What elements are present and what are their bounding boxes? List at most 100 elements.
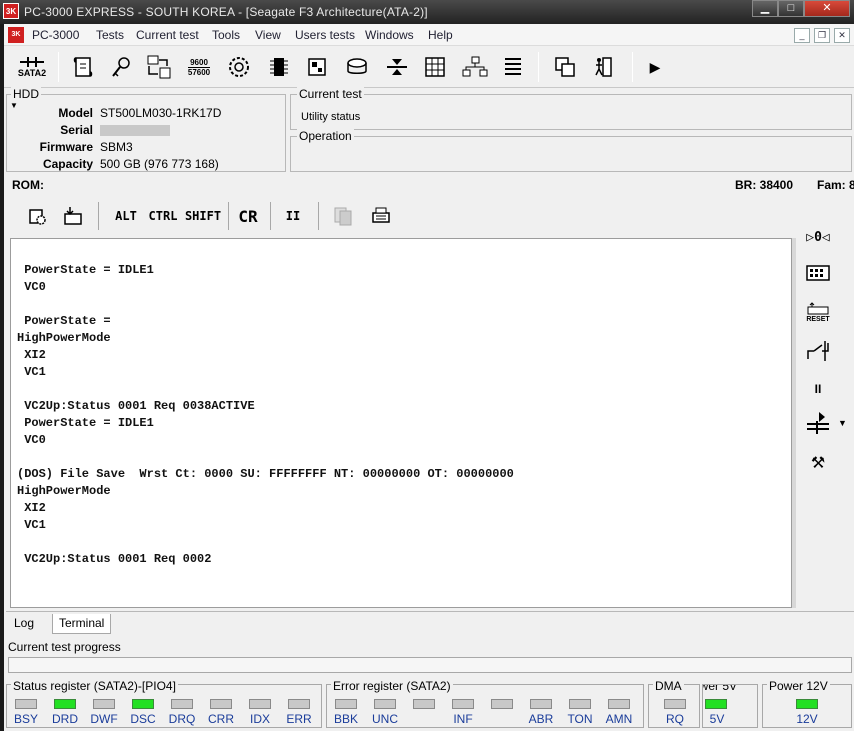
terminal-line: XI2 bbox=[17, 501, 46, 515]
heads-button[interactable] bbox=[380, 51, 414, 83]
reset-button[interactable]: RESET bbox=[804, 296, 832, 328]
error-register-title: Error register (SATA2) bbox=[331, 679, 453, 693]
mdi-close-button[interactable]: ✕ bbox=[834, 28, 850, 43]
menu-pc3000[interactable]: PC-3000 bbox=[32, 28, 79, 42]
terminal-line: VC1 bbox=[17, 365, 46, 379]
toolbar-separator bbox=[632, 52, 633, 82]
terminal-output[interactable]: PowerState = IDLE1 VC0 PowerState = High… bbox=[10, 238, 792, 608]
dropdown-arrow-icon[interactable]: ▼ bbox=[838, 418, 847, 428]
disk-button[interactable] bbox=[340, 51, 374, 83]
tree-button[interactable] bbox=[458, 51, 492, 83]
menu-help[interactable]: Help bbox=[428, 28, 453, 42]
led-label-5v: 5V bbox=[709, 712, 725, 726]
toolbar-separator bbox=[58, 52, 59, 82]
error-register-group: Error register (SATA2) BBK UNC INF ABR T… bbox=[326, 679, 644, 728]
led-label-drd: DRD bbox=[52, 712, 78, 726]
key-button[interactable] bbox=[104, 51, 138, 83]
current-test-panel: Current test Utility status bbox=[290, 87, 852, 130]
terminal-copy-button[interactable] bbox=[330, 202, 356, 230]
led-label-bbk: BBK bbox=[333, 712, 358, 726]
adapter-button[interactable] bbox=[804, 260, 832, 286]
power-cycle-button[interactable]: ▷0◁ bbox=[804, 224, 832, 250]
terminal-line: VC1 bbox=[17, 518, 46, 532]
ctrl-key-button[interactable]: CTRL bbox=[146, 202, 180, 230]
menu-users-tests[interactable]: Users tests bbox=[295, 28, 355, 42]
exit-door-icon bbox=[595, 57, 612, 77]
menu-windows[interactable]: Windows bbox=[365, 28, 414, 42]
led-5v bbox=[705, 699, 727, 709]
transfer-button[interactable] bbox=[142, 51, 176, 83]
utility-button[interactable] bbox=[222, 51, 256, 83]
voltage-button[interactable] bbox=[804, 338, 832, 364]
tools-button[interactable]: ⚒ bbox=[804, 450, 832, 476]
main-window: 3K PC-3000 Tests Current test Tools View… bbox=[4, 24, 854, 731]
led-label-dwf: DWF bbox=[90, 712, 118, 726]
close-button[interactable]: ✕ bbox=[804, 0, 850, 17]
heads-play-button[interactable] bbox=[804, 410, 832, 436]
terminal-line: XI2 bbox=[17, 348, 46, 362]
board-button[interactable] bbox=[300, 51, 334, 83]
menu-tools[interactable]: Tools bbox=[212, 28, 240, 42]
led-crr bbox=[210, 699, 232, 709]
led-amn bbox=[608, 699, 630, 709]
family-readout: Fam: 8 bbox=[817, 178, 854, 192]
chip-icon bbox=[270, 58, 288, 76]
shift-key-button[interactable]: SHIFT bbox=[184, 202, 222, 230]
firmware-label: Firmware bbox=[39, 140, 93, 154]
mdi-restore-button[interactable]: ❐ bbox=[814, 28, 830, 43]
hdd-group-title: HDD bbox=[11, 87, 41, 101]
dma-title: DMA bbox=[653, 679, 684, 693]
chip-gear-icon bbox=[29, 209, 46, 225]
baud-rate-button[interactable]: 9600 57600 bbox=[182, 51, 216, 83]
terminal-line: VC2Up:Status 0001 Req 0002 bbox=[17, 552, 212, 566]
menu-logo-icon[interactable]: 3K bbox=[8, 27, 24, 43]
menu-current-test[interactable]: Current test bbox=[136, 28, 199, 42]
scroll-log-button[interactable] bbox=[66, 51, 100, 83]
menu-tests[interactable]: Tests bbox=[96, 28, 124, 42]
led-ton bbox=[569, 699, 591, 709]
terminal-toolbar-separator bbox=[98, 202, 99, 230]
maximize-button[interactable]: □ bbox=[778, 0, 804, 17]
transfer-icon bbox=[147, 55, 171, 79]
mdi-minimize-button[interactable]: _ bbox=[794, 28, 810, 43]
disk-icon bbox=[347, 58, 367, 74]
led-idx bbox=[249, 699, 271, 709]
terminal-toolbar-separator bbox=[318, 202, 319, 230]
status-register-group: Status register (SATA2)-[PIO4] BSY DRD D… bbox=[6, 679, 322, 728]
sata2-port-button[interactable]: SATA2 bbox=[12, 51, 52, 83]
baud-bottom-label: 57600 bbox=[187, 66, 211, 77]
tab-terminal[interactable]: Terminal bbox=[52, 614, 112, 634]
progress-label: Current test progress bbox=[8, 640, 121, 654]
minimize-button[interactable]: ▁ bbox=[752, 0, 778, 17]
right-pause-button[interactable]: II bbox=[804, 376, 832, 402]
menu-view[interactable]: View bbox=[255, 28, 281, 42]
exit-button[interactable] bbox=[586, 51, 620, 83]
led-drd bbox=[54, 699, 76, 709]
cr-key-button[interactable]: CR bbox=[234, 202, 262, 230]
hdd-model-row: Model ST500LM030-1RK17D bbox=[7, 106, 287, 122]
serial-value-redacted bbox=[100, 123, 170, 137]
list-button[interactable] bbox=[496, 51, 530, 83]
play-button[interactable]: ▶ bbox=[638, 51, 672, 83]
chip-button[interactable] bbox=[262, 51, 296, 83]
terminal-line: PowerState = IDLE1 bbox=[17, 416, 154, 430]
led-label-ton: TON bbox=[567, 712, 593, 726]
terminal-settings-button[interactable] bbox=[24, 202, 50, 230]
terminal-print-button[interactable] bbox=[368, 202, 394, 230]
alt-key-button[interactable]: ALT bbox=[110, 202, 142, 230]
hdd-serial-row: Serial bbox=[7, 123, 287, 139]
hdd-capacity-row: Capacity 500 GB (976 773 168) bbox=[7, 157, 287, 173]
terminal-toolbar: ALT CTRL SHIFT CR II bbox=[6, 196, 796, 236]
table-button[interactable] bbox=[418, 51, 452, 83]
terminal-pause-button[interactable]: II bbox=[282, 202, 304, 230]
firmware-value: SBM3 bbox=[100, 140, 133, 154]
terminal-scrollbar[interactable] bbox=[792, 238, 796, 608]
led-abr bbox=[530, 699, 552, 709]
led-label-drq: DRQ bbox=[168, 712, 196, 726]
list-icon bbox=[505, 58, 521, 75]
terminal-save-button[interactable] bbox=[60, 202, 86, 230]
terminal-line: HighPowerMode bbox=[17, 331, 111, 345]
copy-windows-button[interactable] bbox=[548, 51, 582, 83]
terminal-toolbar-separator bbox=[228, 202, 229, 230]
tab-log[interactable]: Log bbox=[8, 614, 40, 634]
